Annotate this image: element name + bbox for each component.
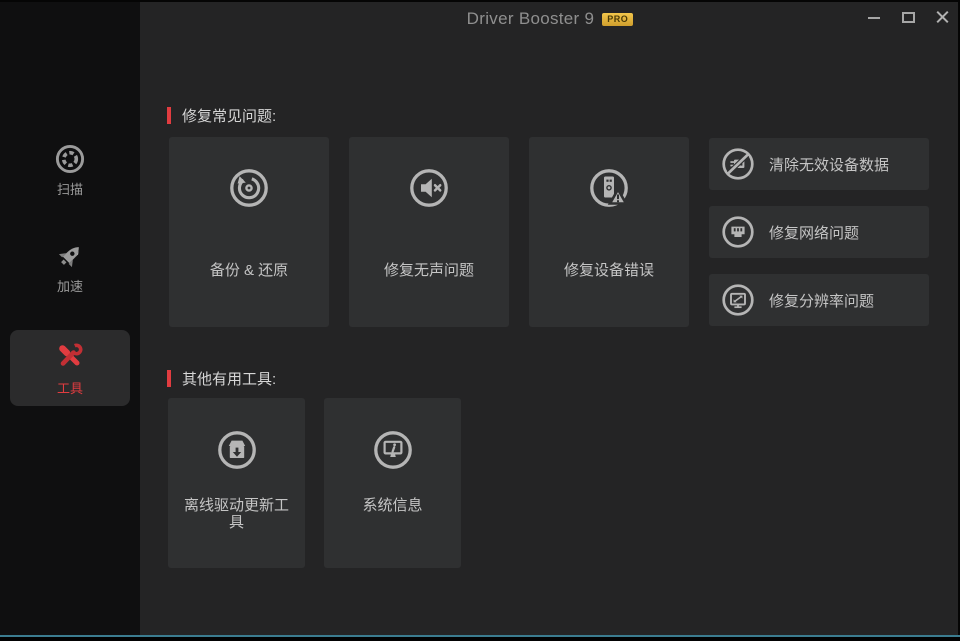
- scan-icon: [54, 143, 86, 175]
- button-fix-network[interactable]: 修复网络问题: [709, 206, 929, 258]
- window-controls: [862, 5, 954, 29]
- app-title: Driver Booster 9: [467, 9, 595, 29]
- sidebar-item-label: 扫描: [57, 179, 83, 198]
- backup-restore-icon: [229, 168, 269, 208]
- sidebar-item-scan[interactable]: 扫描: [10, 143, 130, 198]
- minimize-button[interactable]: [862, 5, 886, 29]
- sidebar: 扫描 加速: [0, 0, 140, 641]
- accent-bar: [167, 107, 171, 124]
- maximize-icon: [902, 12, 915, 23]
- minimize-icon: [868, 17, 880, 19]
- mute-speaker-icon: [409, 168, 449, 208]
- sidebar-item-label: 加速: [57, 276, 83, 295]
- card-label: 系统信息: [352, 497, 432, 514]
- button-label: 修复网络问题: [769, 222, 859, 243]
- button-clean-invalid-device-data[interactable]: 清除无效设备数据: [709, 138, 929, 190]
- section-heading-label: 修复常见问题:: [182, 105, 276, 126]
- clean-device-data-icon: [721, 147, 755, 181]
- card-label: 离线驱动更新工具: [168, 497, 305, 531]
- button-label: 清除无效设备数据: [769, 154, 889, 175]
- card-system-info[interactable]: 系统信息: [324, 398, 461, 568]
- maximize-button[interactable]: [896, 5, 920, 29]
- button-fix-resolution[interactable]: 修复分辨率问题: [709, 274, 929, 326]
- card-label: 修复无声问题: [376, 259, 482, 280]
- monitor-info-icon: [373, 430, 413, 470]
- titlebar: Driver Booster 9 PRO: [140, 2, 960, 36]
- card-backup-restore[interactable]: 备份 & 还原: [169, 137, 329, 327]
- app-window: 扫描 加速: [0, 0, 960, 641]
- card-fix-device-error[interactable]: 修复设备错误: [529, 137, 689, 327]
- bottom-border: [0, 637, 960, 641]
- section-heading-label: 其他有用工具:: [182, 368, 276, 389]
- download-box-icon: [217, 430, 257, 470]
- ethernet-icon: [721, 215, 755, 249]
- monitor-resize-icon: [721, 283, 755, 317]
- card-label: 备份 & 还原: [202, 259, 296, 280]
- sidebar-item-boost[interactable]: 加速: [10, 240, 130, 295]
- close-button[interactable]: [930, 5, 954, 29]
- rocket-icon: [54, 240, 86, 272]
- tools-icon: [53, 339, 87, 373]
- pro-badge: PRO: [602, 13, 633, 26]
- sidebar-item-tools[interactable]: 工具: [10, 330, 130, 406]
- window-border-top: [0, 0, 960, 2]
- device-error-icon: [589, 168, 629, 208]
- card-offline-driver-tool[interactable]: 离线驱动更新工具: [168, 398, 305, 568]
- accent-bar: [167, 370, 171, 387]
- section-heading-fix-common: 修复常见问题:: [167, 105, 276, 126]
- sidebar-item-label: 工具: [57, 378, 83, 397]
- menu-button[interactable]: [58, 23, 82, 39]
- card-label: 修复设备错误: [556, 259, 662, 280]
- close-icon: [936, 11, 948, 23]
- card-fix-no-sound[interactable]: 修复无声问题: [349, 137, 509, 327]
- section-heading-other-tools: 其他有用工具:: [167, 368, 276, 389]
- button-label: 修复分辨率问题: [769, 290, 874, 311]
